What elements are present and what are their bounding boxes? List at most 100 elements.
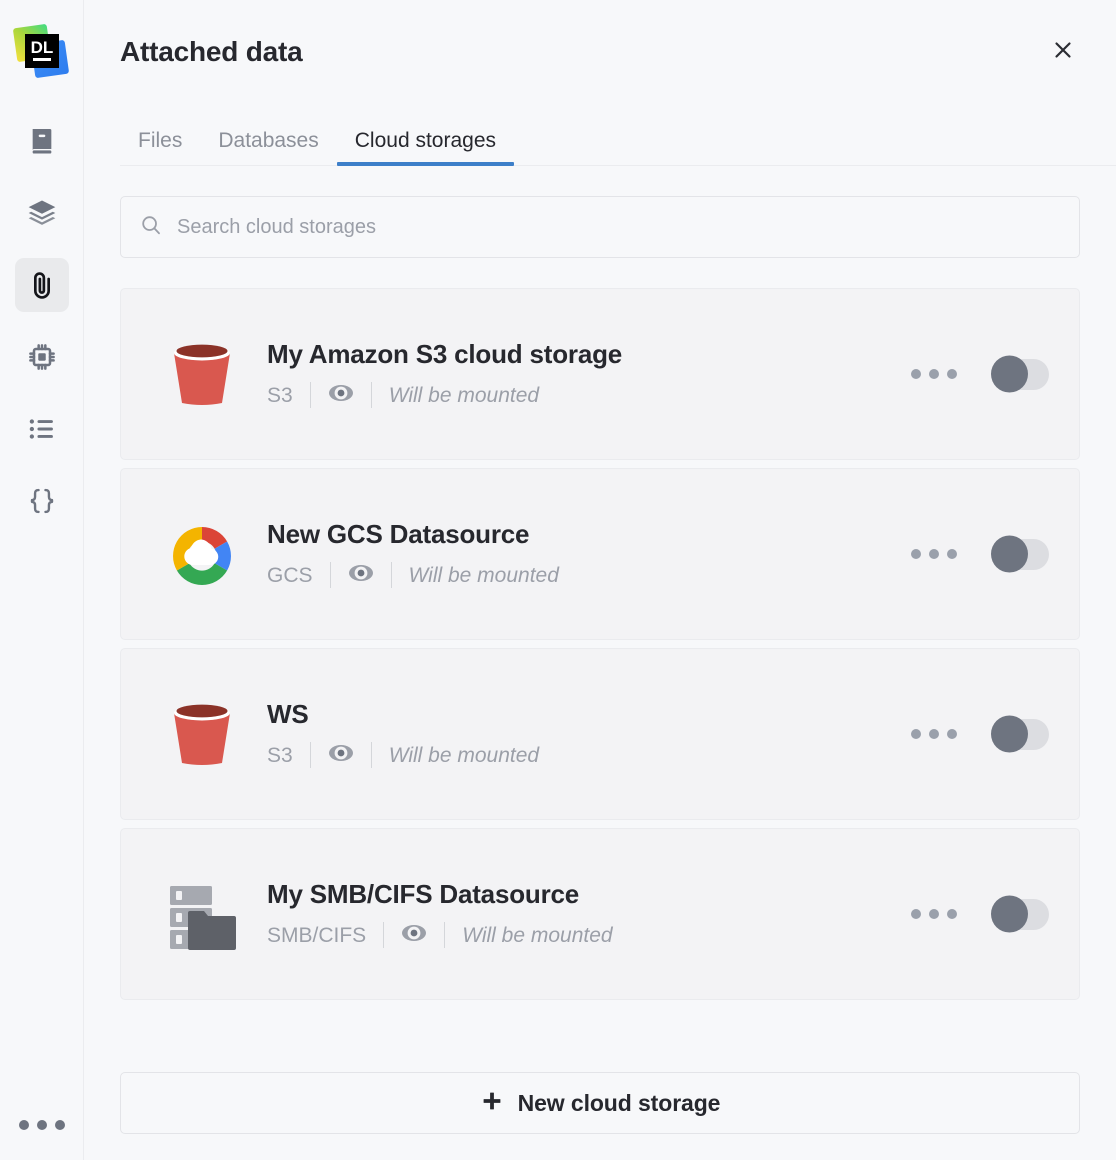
page-title: Attached data: [120, 36, 303, 67]
storage-status: Will be mounted: [462, 923, 613, 947]
eye-icon: [401, 920, 427, 951]
sidebar-nav: [14, 114, 69, 528]
sidebar-more-button[interactable]: [0, 1120, 84, 1130]
plus-icon: [480, 1089, 504, 1118]
close-icon: [1051, 38, 1075, 67]
layers-icon: [26, 197, 58, 229]
storage-type: S3: [267, 383, 293, 407]
mount-toggle[interactable]: [991, 355, 1049, 393]
new-cloud-storage-label: New cloud storage: [517, 1089, 721, 1116]
storage-more-button[interactable]: [907, 721, 961, 747]
chip-icon: [26, 341, 58, 373]
visibility-toggle-button[interactable]: [348, 560, 374, 591]
tab-cloud-storages[interactable]: Cloud storages: [336, 130, 515, 166]
mount-toggle[interactable]: [991, 895, 1049, 933]
storage-meta: SMB/CIFS Will be mounted: [267, 920, 907, 951]
cloud-storage-list: My Amazon S3 cloud storage S3 Will be mo…: [120, 288, 1080, 1000]
storage-info: My Amazon S3 cloud storage S3 Will be mo…: [245, 340, 907, 409]
sidebar-item-notebook[interactable]: [15, 114, 69, 168]
storage-name: My SMB/CIFS Datasource: [267, 878, 580, 909]
storage-name: WS: [267, 698, 309, 729]
google-cloud-icon: [159, 511, 245, 597]
main-panel: Attached data Files Databases Cloud stor…: [84, 0, 1116, 1160]
visibility-toggle-button[interactable]: [401, 920, 427, 951]
storage-meta: S3 Will be mounted: [267, 740, 907, 771]
storage-type: S3: [267, 743, 293, 767]
close-button[interactable]: [1042, 31, 1084, 73]
list-icon: [26, 413, 58, 445]
storage-info: WS S3 Will be mounted: [245, 700, 907, 769]
braces-icon: [26, 485, 58, 517]
panel-body: My Amazon S3 cloud storage S3: [84, 166, 1116, 1000]
datalore-logo: DL: [12, 22, 71, 80]
more-horizontal-icon: [911, 909, 957, 919]
storage-type: SMB/CIFS: [267, 923, 367, 947]
meta-divider: [370, 742, 372, 769]
more-horizontal-icon: [911, 729, 957, 739]
more-horizontal-icon: [19, 1120, 65, 1130]
eye-icon: [328, 740, 354, 771]
meta-divider: [309, 382, 311, 409]
sidebar-item-variables[interactable]: [15, 474, 69, 528]
visibility-toggle-button[interactable]: [328, 740, 354, 771]
meta-divider: [444, 922, 446, 949]
storage-status: Will be mounted: [388, 743, 540, 767]
s3-bucket-icon: [159, 691, 245, 777]
storage-actions: [907, 715, 1057, 753]
toggle-knob: [991, 895, 1028, 933]
new-cloud-storage-button[interactable]: New cloud storage: [120, 1072, 1080, 1134]
search-input[interactable]: [177, 215, 1061, 239]
storage-card[interactable]: WS S3 Will be mounted: [120, 648, 1080, 820]
toggle-knob: [991, 535, 1028, 573]
s3-bucket-icon: [159, 331, 245, 417]
search-icon: [139, 213, 163, 242]
mount-toggle[interactable]: [991, 715, 1049, 753]
sidebar-item-outline[interactable]: [15, 402, 69, 456]
smb-share-icon: [159, 871, 245, 957]
storage-actions: [907, 535, 1057, 573]
storage-name: New GCS Datasource: [267, 518, 530, 549]
storage-actions: [907, 895, 1057, 933]
attached-data-panel: DL Attached data Files Databases Cloud s…: [0, 0, 1116, 1160]
sidebar-item-attached-data[interactable]: [14, 258, 69, 312]
sidebar-item-layers[interactable]: [15, 186, 69, 240]
storage-status: Will be mounted: [408, 563, 559, 587]
toggle-knob: [991, 715, 1028, 753]
visibility-toggle-button[interactable]: [328, 380, 354, 411]
mount-toggle[interactable]: [991, 535, 1049, 573]
storage-more-button[interactable]: [907, 361, 961, 387]
svg-text:DL: DL: [30, 38, 53, 57]
panel-header: Attached data: [84, 0, 1116, 104]
storage-actions: [907, 355, 1057, 393]
storage-meta: GCS Will be mounted: [267, 560, 907, 591]
paperclip-icon: [26, 269, 58, 301]
storage-more-button[interactable]: [907, 901, 961, 927]
storage-name: My Amazon S3 cloud storage: [267, 338, 623, 369]
more-horizontal-icon: [911, 549, 957, 559]
eye-icon: [328, 380, 354, 411]
storage-info: New GCS Datasource GCS Will be mounted: [245, 520, 907, 589]
panel-footer: New cloud storage: [84, 1072, 1116, 1134]
notebook-icon: [26, 125, 58, 157]
tab-bar: Files Databases Cloud storages: [84, 104, 1116, 166]
storage-card[interactable]: My SMB/CIFS Datasource SMB/CIFS Will be …: [120, 828, 1080, 1000]
eye-icon: [348, 560, 374, 591]
meta-divider: [309, 742, 311, 769]
storage-status: Will be mounted: [388, 383, 540, 407]
sidebar-item-compute[interactable]: [15, 330, 69, 384]
toggle-knob: [991, 355, 1028, 393]
meta-divider: [383, 922, 385, 949]
storage-card[interactable]: New GCS Datasource GCS Will be mounted: [120, 468, 1080, 640]
tab-files[interactable]: Files: [120, 130, 200, 166]
more-horizontal-icon: [911, 369, 957, 379]
left-sidebar: DL: [0, 0, 84, 1160]
storage-card[interactable]: My Amazon S3 cloud storage S3 Will be mo…: [120, 288, 1080, 460]
storage-type: GCS: [267, 563, 313, 587]
meta-divider: [370, 382, 372, 409]
tab-databases[interactable]: Databases: [200, 130, 336, 166]
storage-info: My SMB/CIFS Datasource SMB/CIFS Will be …: [245, 880, 907, 949]
storage-more-button[interactable]: [907, 541, 961, 567]
search-bar[interactable]: [120, 196, 1080, 258]
storage-meta: S3 Will be mounted: [267, 380, 907, 411]
meta-divider: [329, 562, 331, 589]
